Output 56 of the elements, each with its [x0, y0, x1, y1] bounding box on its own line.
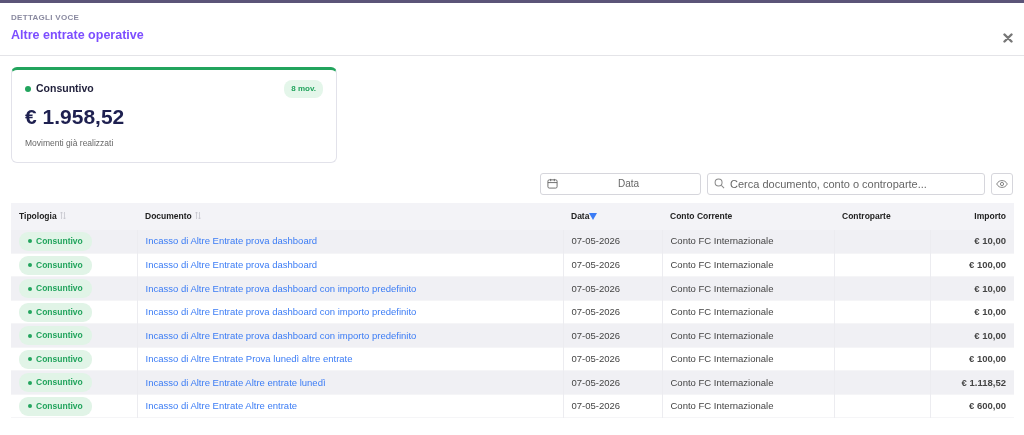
status-badge: Consuntivo — [19, 373, 92, 393]
account-cell: Conto FC Internazionale — [670, 400, 774, 412]
status-badge: Consuntivo — [19, 396, 92, 416]
document-link[interactable]: Incasso di Altre Entrate prova dashboard con importo predefinito — [145, 306, 417, 318]
status-badge: Consuntivo — [19, 279, 92, 299]
search-field[interactable]: Cerca documento, conto o controparte... — [707, 172, 985, 195]
amount-cell: € 600,00 — [969, 400, 1006, 412]
column-header[interactable]: Tipologia — [19, 211, 57, 222]
account-cell: Conto FC Internazionale — [670, 235, 774, 247]
account-cell: Conto FC Internazionale — [670, 353, 774, 365]
visibility-button[interactable] — [991, 172, 1013, 195]
amount-cell: € 100,00 — [969, 259, 1006, 271]
column-header[interactable]: Importo — [974, 211, 1006, 222]
amount-cell: € 10,00 — [974, 282, 1006, 294]
status-badge: Consuntivo — [19, 302, 92, 322]
account-cell: Conto FC Internazionale — [670, 282, 774, 294]
summary-label: Consuntivo — [36, 81, 94, 97]
amount-cell: € 10,00 — [974, 306, 1006, 318]
status-badge: Consuntivo — [19, 326, 92, 346]
column-header[interactable]: Documento — [145, 211, 192, 222]
account-cell: Conto FC Internazionale — [670, 306, 774, 318]
document-link[interactable]: Incasso di Altre Entrate prova dashboard — [145, 259, 318, 271]
date-cell: 07-05-2026 — [571, 259, 621, 271]
amount-cell: € 10,00 — [974, 329, 1006, 341]
column-header[interactable]: Conto Corrente — [670, 211, 733, 222]
account-cell: Conto FC Internazionale — [670, 259, 774, 271]
date-field[interactable]: Data — [540, 172, 701, 195]
sort-arrow-icon[interactable] — [589, 211, 598, 222]
date-cell: 07-05-2026 — [571, 329, 621, 341]
status-badge: Consuntivo — [19, 255, 92, 275]
document-link[interactable]: Incasso di Altre Entrate Prova lunedì altre entrate — [145, 353, 353, 365]
document-link[interactable]: Incasso di Altre Entrate prova dashboard — [145, 235, 318, 247]
amount-cell: € 10,00 — [974, 235, 1006, 247]
status-badge: Consuntivo — [19, 349, 92, 369]
account-cell: Conto FC Internazionale — [670, 376, 774, 388]
amount-cell: € 1.118,52 — [961, 376, 1006, 388]
count-badge: 8 mov. — [284, 80, 323, 98]
status-badge: Consuntivo — [19, 232, 92, 251]
sort-icon[interactable] — [194, 211, 201, 222]
account-cell: Conto FC Internazionale — [670, 329, 774, 341]
amount-cell: € 100,00 — [969, 353, 1006, 365]
date-cell: 07-05-2026 — [571, 282, 621, 294]
eye-icon — [996, 179, 1008, 188]
date-cell: 07-05-2026 — [571, 306, 621, 318]
dialog-title: Altre entrate operative — [11, 27, 144, 44]
date-cell: 07-05-2026 — [571, 376, 621, 388]
date-cell: 07-05-2026 — [571, 353, 621, 365]
column-header[interactable]: Data — [571, 211, 590, 222]
summary-amount: € 1.958,52 — [25, 104, 126, 130]
sort-icon[interactable] — [59, 211, 66, 222]
summary-caption: Movimenti già realizzati — [25, 137, 115, 150]
date-cell: 07-05-2026 — [571, 235, 621, 247]
section-label: DETTAGLI VOCE — [11, 12, 81, 24]
date-cell: 07-05-2026 — [571, 400, 621, 412]
document-link[interactable]: Incasso di Altre Entrate Altre entrate — [145, 400, 298, 412]
close-icon — [1003, 32, 1013, 43]
